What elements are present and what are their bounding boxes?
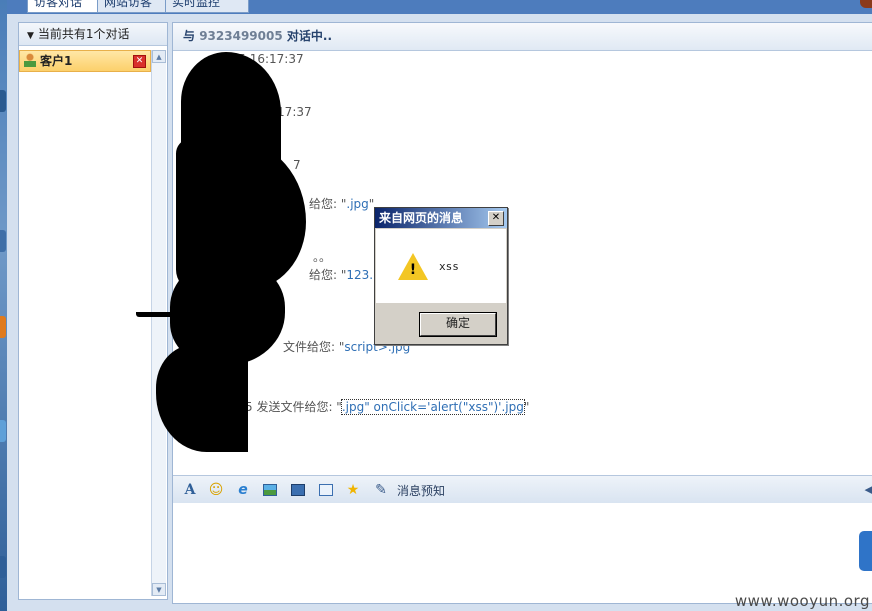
taskbar-icon[interactable]	[0, 90, 6, 112]
alert-dialog: 来自网页的消息 ✕ ! xss 确定	[374, 207, 508, 345]
user-icon	[24, 53, 36, 67]
star-icon[interactable]: ★	[344, 481, 362, 499]
client-item[interactable]: 客户1 ✕	[19, 50, 151, 72]
smiley-icon[interactable]: ☺	[207, 481, 225, 499]
quick-reply-icon[interactable]	[317, 481, 335, 499]
dialog-body: ! xss	[376, 229, 506, 303]
message-prefix: 5 发送文件给您: "	[245, 400, 342, 414]
conversation-count-label: 当前共有1个对话	[37, 27, 130, 41]
file-link[interactable]: 123.	[346, 268, 373, 282]
chat-header-status: 对话中..	[286, 29, 333, 43]
font-icon[interactable]: A	[181, 481, 199, 499]
message-suffix: "	[523, 400, 530, 414]
xss-file-link[interactable]: .jpg" onClick='alert("xss")'.jpg	[340, 399, 525, 415]
screenshot-icon[interactable]	[289, 481, 307, 499]
message-line: 给您: ".jpg"	[309, 195, 374, 212]
taskbar-icon[interactable]	[0, 316, 6, 338]
message-line: 7	[293, 158, 301, 172]
visitor-id: 9323499005	[199, 29, 283, 43]
message-prefix: 给您: "	[309, 197, 347, 211]
watermark: www.wooyun.org	[734, 592, 870, 610]
message-line: 给您: "123.	[309, 266, 373, 283]
chat-header-prefix: 与	[183, 29, 196, 43]
close-conversation-icon[interactable]: ✕	[133, 55, 146, 68]
redaction-mark	[136, 312, 186, 317]
taskbar-icon[interactable]	[0, 230, 6, 252]
message-preview-label[interactable]: 消息预知	[397, 482, 445, 499]
dialog-message: xss	[439, 260, 459, 273]
list-scrollbar[interactable]: ▲ ▼	[151, 50, 166, 596]
conversation-list-panel: ▼ 当前共有1个对话 客户1 ✕ ▲ ▼	[18, 22, 168, 600]
collapse-triangle-icon[interactable]: ▼	[27, 25, 34, 47]
tab-realtime-monitor[interactable]: 实时监控	[165, 0, 249, 13]
tab-bar: 访客对话 网站访客 实时监控	[7, 0, 872, 14]
chat-header: 与 9323499005 对话中..	[173, 23, 872, 51]
edit-icon[interactable]: ✎	[372, 481, 390, 499]
conversation-list-header[interactable]: ▼ 当前共有1个对话	[19, 23, 167, 46]
chat-toolbar: A ☺ e ★ ✎ 消息预知 ◀	[173, 475, 872, 504]
close-icon[interactable]: ✕	[488, 211, 504, 226]
corner-icon	[860, 0, 872, 8]
ok-button[interactable]: 确定	[419, 312, 497, 337]
message-line: 。。	[313, 250, 332, 264]
expand-arrow-icon[interactable]: ◀	[865, 483, 872, 496]
message-line: 5 发送文件给您: ".jpg" onClick='alert("xss")'.…	[245, 398, 529, 415]
left-window-strip	[0, 0, 7, 611]
send-button[interactable]	[859, 531, 872, 571]
scroll-down-icon[interactable]: ▼	[152, 583, 166, 596]
warning-exclamation: !	[409, 262, 417, 278]
taskbar-icon[interactable]	[0, 420, 6, 442]
file-link[interactable]: .jpg	[346, 197, 368, 211]
taskbar-icon[interactable]	[0, 556, 6, 578]
image-icon[interactable]	[261, 481, 279, 499]
ie-icon[interactable]: e	[234, 481, 252, 499]
scroll-up-icon[interactable]: ▲	[152, 50, 166, 63]
client-label: 客户1	[40, 54, 73, 68]
message-input[interactable]	[173, 503, 872, 603]
message-prefix: 文件给您: "	[283, 340, 345, 354]
message-prefix: 给您: "	[309, 268, 347, 282]
